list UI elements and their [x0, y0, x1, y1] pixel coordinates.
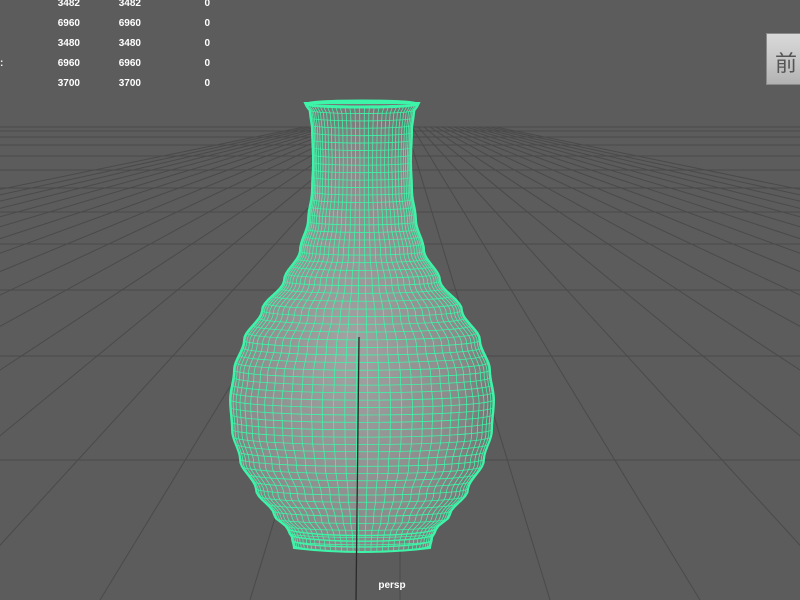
camera-name-label: persp — [378, 580, 406, 591]
hud-value-selection: 6960 — [118, 58, 141, 69]
hud-value-extra: 0 — [204, 0, 210, 9]
hud-value-object: 6960 — [57, 58, 80, 69]
hud-row-vertices: 3482 3482 0 — [0, 0, 230, 12]
grid-line — [483, 126, 800, 202]
hud-row-edges: 6960 6960 0 — [0, 18, 230, 32]
hud-row-faces: 3480 3480 0 — [0, 38, 230, 52]
hud-row-label: : — [0, 58, 4, 69]
persp-viewport[interactable]: 3482 3482 0 6960 6960 0 3480 3480 0 : 69… — [0, 0, 800, 600]
hud-row-uvs: 3700 3700 0 — [0, 78, 230, 92]
hud-value-selection: 3480 — [118, 38, 141, 49]
hud-value-extra: 0 — [204, 38, 210, 49]
grid-line — [435, 126, 800, 327]
hud-value-extra: 0 — [204, 78, 210, 89]
hud-value-object: 6960 — [57, 18, 80, 29]
view-cube[interactable]: 前 — [766, 33, 800, 85]
hud-value-selection: 6960 — [118, 18, 141, 29]
hud-value-selection: 3700 — [118, 78, 141, 89]
grid-line — [471, 126, 800, 218]
grid-line — [447, 126, 800, 273]
grid-line — [465, 126, 800, 228]
grid-line — [453, 126, 800, 254]
hud-value-selection: 3482 — [118, 0, 141, 9]
hud-value-extra: 0 — [204, 18, 210, 29]
hud-value-object: 3480 — [57, 38, 80, 49]
hud-row-tris: : 6960 6960 0 — [0, 58, 230, 72]
hud-value-object: 3700 — [57, 78, 80, 89]
hud-value-extra: 0 — [204, 58, 210, 69]
grid-line — [477, 126, 800, 209]
view-cube-front-label[interactable]: 前 — [775, 46, 797, 78]
grid-line — [489, 126, 800, 196]
hud-value-object: 3482 — [57, 0, 80, 9]
